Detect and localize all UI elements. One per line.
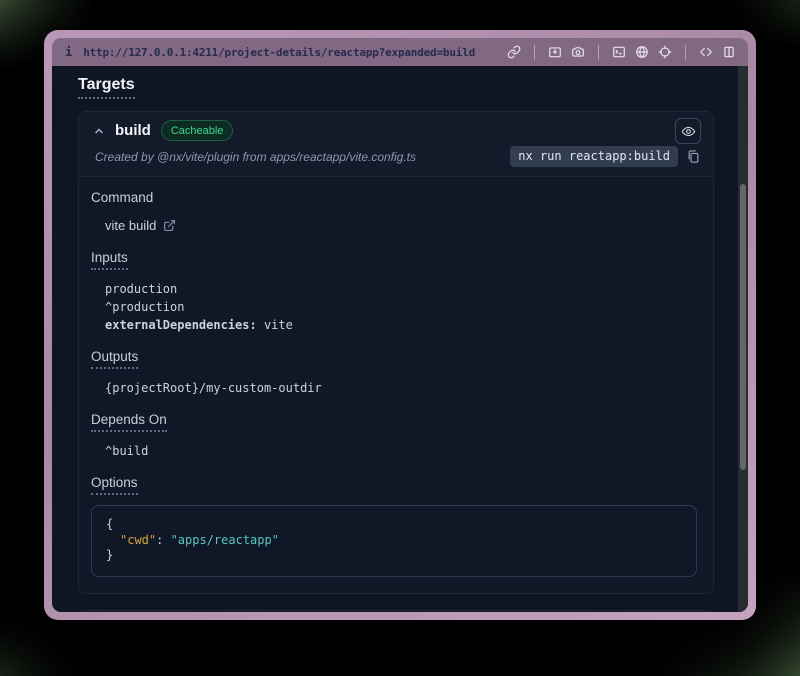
toolbar-divider xyxy=(598,45,599,60)
outputs-section: Outputs {projectRoot}/my-custom-outdir xyxy=(91,348,699,397)
options-json-box: { "cwd": "apps/reactapp" } xyxy=(91,505,697,577)
external-link-icon xyxy=(163,219,176,232)
url-bar: i http://127.0.0.1:4211/project-details/… xyxy=(52,38,748,66)
camera-icon[interactable] xyxy=(571,45,585,59)
build-target-body: Command vite build Inputs production ^pr… xyxy=(79,177,713,593)
command-value: vite build xyxy=(105,218,156,233)
copy-command-button[interactable] xyxy=(686,149,701,164)
browser-chrome: i http://127.0.0.1:4211/project-details/… xyxy=(52,38,748,612)
depends-on-item: ^build xyxy=(105,442,699,460)
command-section: Command vite build xyxy=(91,189,699,235)
globe-icon[interactable] xyxy=(635,45,649,59)
json-open-brace: { xyxy=(106,517,682,533)
project-details-page: Targets build Cacheable C xyxy=(52,66,748,612)
created-by-row: Created by @nx/vite/plugin from apps/rea… xyxy=(79,141,713,176)
scrollbar-thumb[interactable] xyxy=(740,184,746,470)
serve-target-header-row[interactable]: serve vite serve xyxy=(79,611,713,613)
cacheable-badge: Cacheable xyxy=(161,120,234,141)
output-item: {projectRoot}/my-custom-outdir xyxy=(105,379,699,397)
link-icon[interactable] xyxy=(507,45,521,59)
input-item: production xyxy=(105,280,699,298)
toolbar-divider xyxy=(685,45,686,60)
options-section: Options { "cwd": "apps/reactapp" } xyxy=(91,474,699,577)
options-label: Options xyxy=(91,475,138,495)
json-close-brace: } xyxy=(106,548,682,564)
json-cwd-line: "cwd": "apps/reactapp" xyxy=(106,533,682,549)
inputs-section: Inputs production ^production externalDe… xyxy=(91,249,699,334)
depends-on-list: ^build xyxy=(105,442,699,460)
copy-icon xyxy=(686,149,701,164)
browser-window: i http://127.0.0.1:4211/project-details/… xyxy=(44,30,756,620)
serve-target-card: serve vite serve xyxy=(78,610,714,613)
toolbar-divider xyxy=(534,45,535,60)
chevron-up-icon xyxy=(93,125,105,137)
outputs-list: {projectRoot}/my-custom-outdir xyxy=(105,379,699,397)
outputs-label: Outputs xyxy=(91,349,138,369)
json-separator: : xyxy=(156,533,170,547)
input-item: ^production xyxy=(105,298,699,316)
build-visibility-button[interactable] xyxy=(675,118,701,144)
build-target-header-row[interactable]: build Cacheable xyxy=(79,112,713,141)
json-key: "cwd" xyxy=(120,533,156,547)
eye-icon xyxy=(681,124,696,139)
command-label: Command xyxy=(91,190,153,205)
browser-toolbar xyxy=(507,45,736,60)
crosshair-icon[interactable] xyxy=(658,45,672,59)
run-command-chip: nx run reactapp:build xyxy=(510,146,678,167)
download-box-icon[interactable] xyxy=(548,45,562,59)
created-by-text: Created by @nx/vite/plugin from apps/rea… xyxy=(95,150,416,164)
page-title: Targets xyxy=(78,76,135,99)
depends-on-label: Depends On xyxy=(91,412,167,432)
input-item: externalDependencies: vite xyxy=(105,316,699,334)
run-command-group: nx run reactapp:build xyxy=(510,146,701,167)
command-link[interactable]: vite build xyxy=(105,218,176,233)
target-name: build xyxy=(115,122,151,139)
json-value: "apps/reactapp" xyxy=(171,533,279,547)
info-icon[interactable]: i xyxy=(65,45,72,59)
build-target-header: build Cacheable Created by @nx/vite/plug… xyxy=(79,112,713,177)
inputs-label: Inputs xyxy=(91,250,128,270)
split-panel-icon[interactable] xyxy=(722,45,736,59)
code-icon[interactable] xyxy=(699,45,713,59)
build-target-card: build Cacheable Created by @nx/vite/plug… xyxy=(78,111,714,594)
depends-on-section: Depends On ^build xyxy=(91,411,699,460)
inputs-list: production ^production externalDependenc… xyxy=(105,280,699,334)
url-text[interactable]: http://127.0.0.1:4211/project-details/re… xyxy=(83,46,496,59)
scrollbar-track[interactable] xyxy=(738,66,748,612)
terminal-icon[interactable] xyxy=(612,45,626,59)
